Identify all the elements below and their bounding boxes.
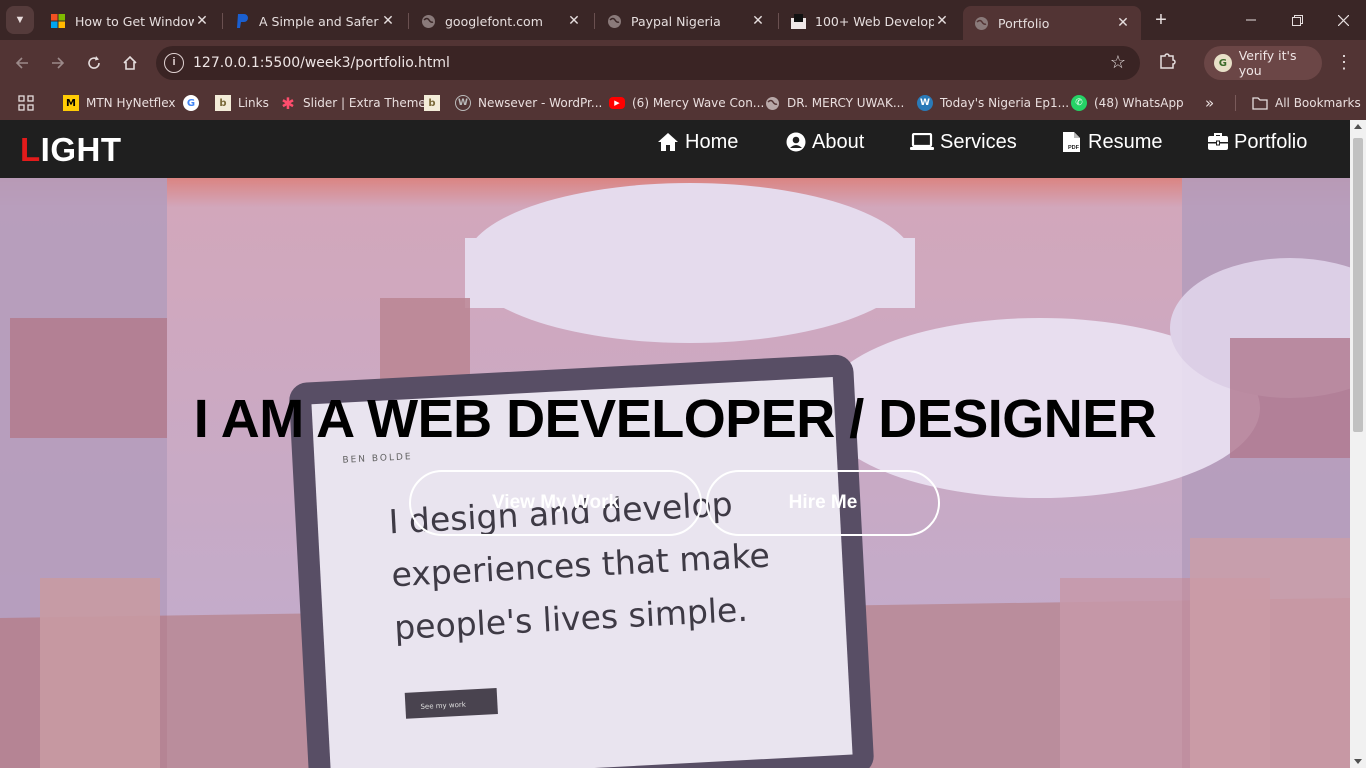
close-icon[interactable]: ✕	[1115, 15, 1131, 31]
google-icon: G	[183, 95, 199, 111]
page-icon: b	[215, 95, 231, 111]
home-icon	[658, 133, 678, 151]
url-text[interactable]: 127.0.0.1:5500/week3/portfolio.html	[193, 55, 450, 71]
folder-icon	[1252, 95, 1268, 111]
tab-paypal-nigeria[interactable]: Paypal Nigeria ✕	[596, 6, 776, 36]
nav-resume[interactable]: PDF Resume	[1062, 130, 1162, 154]
close-icon[interactable]: ✕	[566, 13, 582, 29]
laptop-icon	[910, 133, 934, 150]
close-icon[interactable]: ✕	[750, 13, 766, 29]
svg-text:PDF: PDF	[1068, 145, 1080, 151]
site-logo[interactable]: LIGHT	[20, 131, 122, 169]
close-icon[interactable]: ✕	[380, 13, 396, 29]
youtube-icon: ▶	[609, 97, 625, 109]
apps-grid-icon[interactable]	[18, 92, 34, 114]
home-outline-icon	[123, 55, 137, 70]
page-scrollbar[interactable]	[1350, 120, 1366, 768]
arrow-right-icon	[52, 57, 65, 69]
scroll-down-arrow-icon[interactable]	[1354, 759, 1362, 764]
bookmark-page[interactable]: b	[424, 92, 447, 114]
wordpress-icon: W	[455, 95, 471, 111]
tab-web-developer[interactable]: 100+ Web Developer ✕	[780, 6, 960, 36]
tab-paypal-simple[interactable]: A Simple and Safer W ✕	[224, 6, 406, 36]
microsoft-icon	[50, 13, 66, 29]
nav-services[interactable]: Services	[910, 130, 1017, 154]
profile-button[interactable]: G Verify it's you	[1204, 46, 1322, 80]
tab-strip: ▼ How to Get Windows ✕ A Simple and Safe…	[0, 0, 1366, 40]
view-my-work-button[interactable]: View My Work	[409, 470, 702, 536]
pdf-file-icon: PDF	[1063, 132, 1080, 152]
avatar: G	[1214, 54, 1232, 72]
bookmark-mtn[interactable]: M MTN HyNetflex	[63, 92, 176, 114]
bookmark-star-icon[interactable]: ☆	[1110, 52, 1126, 73]
reload-button[interactable]	[81, 50, 107, 76]
tab-search-button[interactable]: ▼	[6, 6, 34, 34]
nav-portfolio[interactable]: Portfolio	[1208, 130, 1307, 154]
menu-dots-icon[interactable]: ⋮	[1334, 52, 1354, 73]
tab-portfolio[interactable]: Portfolio ✕	[963, 6, 1141, 40]
bookmark-todays-nigeria[interactable]: W Today's Nigeria Ep1...	[917, 92, 1069, 114]
bookmark-whatsapp[interactable]: ✆ (48) WhatsApp	[1071, 92, 1184, 114]
close-icon[interactable]: ✕	[934, 13, 950, 29]
site-navbar: LIGHT Home About Services PDF Resume Por…	[0, 120, 1350, 178]
web-dev-icon	[790, 13, 806, 29]
close-window-button[interactable]	[1320, 0, 1366, 40]
reload-icon	[88, 56, 100, 69]
bookmark-slider[interactable]: ✱ Slider | Extra Theme	[280, 92, 425, 114]
bookmark-newsever[interactable]: W Newsever - WordPr...	[455, 92, 602, 114]
mtn-icon: M	[63, 95, 79, 111]
page-icon: b	[424, 95, 440, 111]
hero-section: BEN BOLDE I design and develop experienc…	[0, 178, 1350, 768]
forward-button[interactable]	[45, 50, 71, 76]
user-circle-icon	[786, 132, 806, 152]
restore-button[interactable]	[1274, 0, 1320, 40]
scrollbar-thumb[interactable]	[1353, 138, 1363, 432]
back-button[interactable]	[9, 50, 35, 76]
site-info-icon[interactable]: i	[164, 53, 184, 73]
wordpress-icon: W	[917, 95, 933, 111]
new-tab-button[interactable]: +	[1150, 9, 1172, 31]
chevron-down-icon: ▼	[14, 14, 26, 26]
page-viewport: LIGHT Home About Services PDF Resume Por…	[0, 120, 1350, 768]
globe-icon	[420, 13, 436, 29]
home-button[interactable]	[117, 50, 143, 76]
hero-title: I AM A WEB DEVELOPER / DESIGNER	[193, 389, 1157, 449]
more-bookmarks-button[interactable]: »	[1205, 92, 1214, 114]
minimize-button[interactable]	[1228, 0, 1274, 40]
nav-home[interactable]: Home	[657, 130, 738, 154]
bookmarks-bar: M MTN HyNetflex G b Links ✱ Slider | Ext…	[0, 86, 1366, 120]
whatsapp-icon: ✆	[1071, 95, 1087, 111]
bookmark-google[interactable]: G	[183, 92, 206, 114]
scroll-up-arrow-icon[interactable]	[1354, 124, 1362, 129]
extensions-icon[interactable]	[1156, 50, 1178, 72]
close-icon[interactable]: ✕	[194, 13, 210, 29]
paypal-icon	[234, 13, 250, 29]
hire-me-button[interactable]: Hire Me	[706, 470, 940, 536]
globe-icon	[973, 15, 989, 31]
bookmark-mercy-wave[interactable]: ▶ (6) Mercy Wave Con...	[609, 92, 764, 114]
address-bar[interactable]: i 127.0.0.1:5500/week3/portfolio.html ☆	[156, 46, 1140, 80]
globe-icon	[606, 13, 622, 29]
bookmark-links[interactable]: b Links	[215, 92, 269, 114]
tab-windows[interactable]: How to Get Windows ✕	[40, 6, 220, 36]
briefcase-icon	[1208, 133, 1228, 150]
bookmark-dr-mercy[interactable]: DR. MERCY UWAK...	[764, 92, 904, 114]
nav-about[interactable]: About	[786, 130, 864, 154]
all-bookmarks-button[interactable]: All Bookmarks	[1252, 92, 1361, 114]
tab-googlefont[interactable]: googlefont.com ✕	[410, 6, 592, 36]
arrow-left-icon	[15, 57, 28, 69]
globe-icon	[764, 95, 780, 111]
star-burst-icon: ✱	[281, 93, 295, 113]
